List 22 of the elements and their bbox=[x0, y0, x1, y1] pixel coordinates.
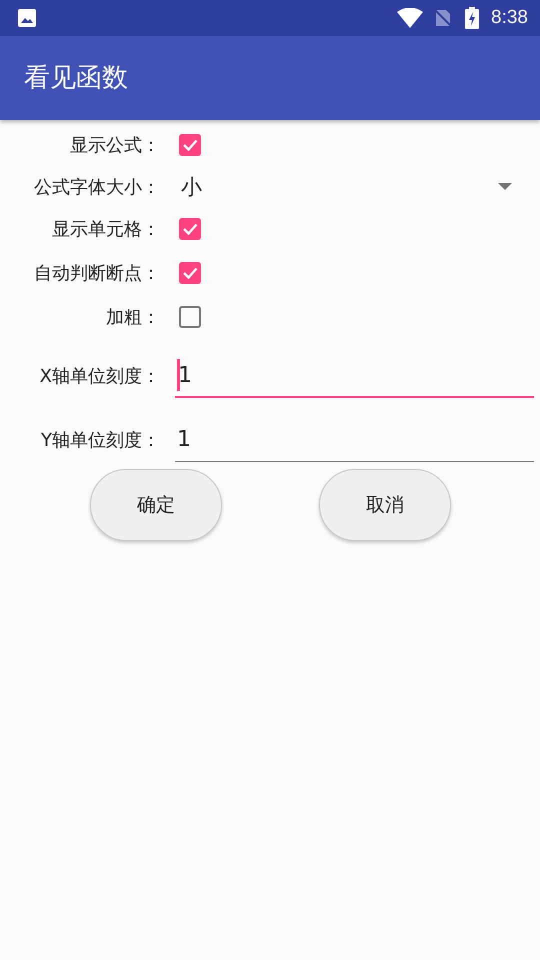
image-icon bbox=[17, 8, 37, 28]
status-time: 8:38 bbox=[491, 7, 528, 29]
dropdown-arrow-icon bbox=[498, 183, 512, 191]
font-size-dropdown[interactable]: 小 bbox=[175, 173, 512, 201]
app-title: 看见函数 bbox=[24, 62, 128, 94]
field-label: 加粗： bbox=[105, 306, 160, 329]
battery-charging-icon bbox=[465, 7, 480, 29]
field-label: 公式字体大小： bbox=[33, 176, 160, 199]
field-label: Y轴单位刻度： bbox=[40, 429, 160, 452]
field-label: 显示单元格： bbox=[51, 218, 160, 241]
confirm-button[interactable]: 确定 bbox=[90, 469, 222, 541]
checkbox[interactable] bbox=[179, 262, 201, 284]
checkbox[interactable] bbox=[179, 306, 201, 328]
field-label: X轴单位刻度： bbox=[38, 365, 160, 388]
field-label: 显示公式： bbox=[69, 134, 160, 157]
input-field[interactable]: 1 bbox=[175, 418, 534, 462]
checkbox[interactable] bbox=[179, 218, 201, 240]
input-field[interactable]: 1 bbox=[175, 354, 534, 398]
cancel-button[interactable]: 取消 bbox=[319, 469, 451, 541]
wifi-icon bbox=[397, 8, 424, 28]
checkbox[interactable] bbox=[179, 134, 201, 156]
field-label: 自动判断断点： bbox=[33, 262, 160, 285]
